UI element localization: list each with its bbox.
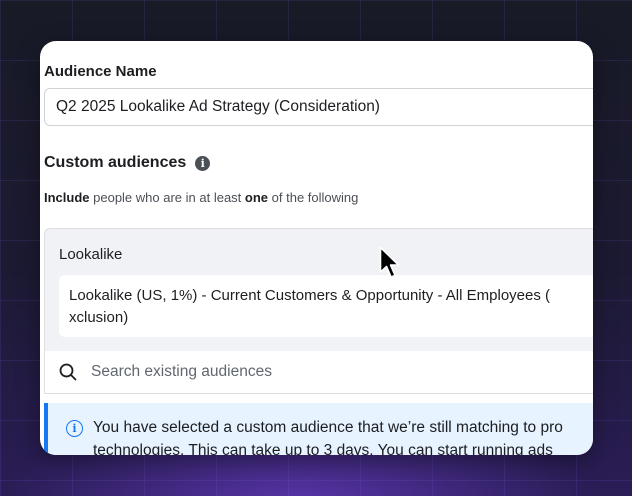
audience-name-label: Audience Name [44, 63, 157, 80]
include-one-keyword: one [244, 190, 269, 205]
custom-audiences-heading: Custom audiences i [44, 154, 211, 172]
lookalike-group: Lookalike Lookalike (US, 1%) - Current C… [44, 228, 593, 352]
info-outline-icon: i [66, 420, 83, 437]
include-mid-text: people who are in at least [89, 190, 245, 205]
search-icon [59, 363, 77, 381]
include-end-text: of the following [268, 190, 359, 205]
audience-search-field[interactable] [44, 351, 593, 394]
audience-name-input[interactable] [44, 88, 593, 126]
notice-line-1: You have selected a custom audience that… [93, 419, 563, 436]
notice-text: You have selected a custom audience that… [93, 416, 593, 455]
notice-line-2: technologies. This can take up to 3 days… [93, 442, 553, 455]
selected-audience-text-wrap: xclusion) [69, 309, 129, 326]
info-icon[interactable]: i [195, 155, 211, 171]
mouse-cursor-icon [379, 246, 400, 278]
include-keyword: Include [44, 190, 90, 205]
custom-audiences-title: Custom audiences [44, 154, 187, 171]
lookalike-group-label: Lookalike [59, 246, 123, 263]
audience-panel: Audience Name Custom audiences i Include… [40, 41, 593, 455]
include-description: Include people who are in at least one o… [44, 190, 358, 205]
search-input[interactable] [89, 362, 553, 382]
selected-audience-chip[interactable]: Lookalike (US, 1%) - Current Customers &… [59, 275, 593, 337]
selected-audience-text: Lookalike (US, 1%) - Current Customers &… [69, 287, 551, 304]
matching-notice: i You have selected a custom audience th… [44, 403, 593, 455]
